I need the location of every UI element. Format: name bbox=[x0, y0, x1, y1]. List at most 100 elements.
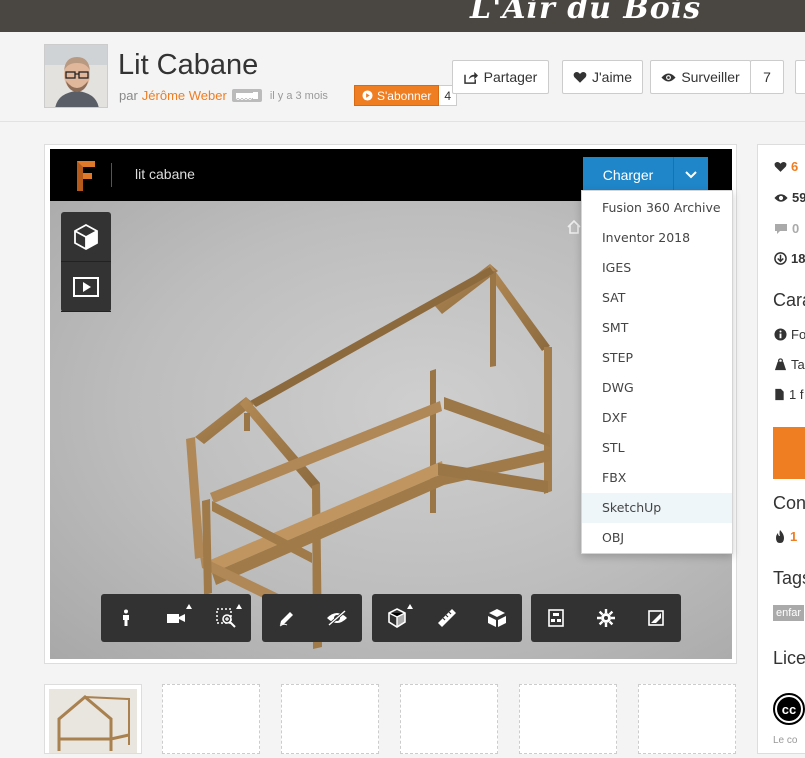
like-label: J'aime bbox=[591, 69, 633, 85]
file-icon bbox=[775, 388, 784, 401]
format-option-highlighted[interactable]: SketchUp bbox=[582, 493, 732, 523]
markup-toolbar bbox=[262, 594, 362, 642]
share-button[interactable]: Partager bbox=[452, 60, 549, 94]
walk-button[interactable] bbox=[101, 594, 151, 642]
explode-button[interactable] bbox=[472, 594, 522, 642]
format-option[interactable]: SAT bbox=[582, 283, 732, 313]
fullscreen-icon bbox=[648, 610, 664, 626]
format-option[interactable]: STL bbox=[582, 433, 732, 463]
gear-icon bbox=[597, 609, 615, 627]
watch-button[interactable]: Surveiller bbox=[650, 60, 751, 94]
weight-row-text: Ta bbox=[791, 357, 805, 372]
play-circle-icon bbox=[362, 90, 373, 101]
hide-button[interactable] bbox=[312, 594, 362, 642]
video-camera-icon bbox=[167, 614, 185, 623]
cube-icon bbox=[74, 223, 98, 250]
weight-row: Ta bbox=[774, 357, 805, 372]
view-side-toolbar bbox=[61, 212, 111, 312]
downloads-count: 18 bbox=[791, 251, 805, 266]
like-button[interactable]: J'aime bbox=[562, 60, 643, 94]
format-option[interactable]: OBJ bbox=[582, 523, 732, 553]
thumbnail-placeholder bbox=[281, 684, 379, 754]
format-option[interactable]: SMT bbox=[582, 313, 732, 343]
share-label: Partager bbox=[483, 69, 538, 85]
heart-icon bbox=[774, 161, 787, 172]
presentation-button[interactable] bbox=[61, 262, 111, 312]
download-dropdown-button[interactable]: Charger bbox=[583, 157, 708, 192]
contributors-heading: Con bbox=[773, 493, 805, 513]
hot-stat: 1 bbox=[774, 529, 797, 544]
expand-triangle-icon bbox=[236, 604, 242, 609]
thumbnail-placeholder bbox=[400, 684, 498, 754]
saw-badge-icon bbox=[231, 89, 262, 102]
thumbnail-image[interactable] bbox=[44, 684, 142, 754]
site-logo[interactable]: L'Air du Bois bbox=[470, 0, 701, 26]
explode-cube-icon bbox=[488, 609, 506, 627]
format-option[interactable]: FBX bbox=[582, 463, 732, 493]
camera-button[interactable] bbox=[151, 594, 201, 642]
watch-count: 7 bbox=[750, 60, 784, 94]
comments-stat: 0 bbox=[774, 221, 799, 236]
analysis-toolbar bbox=[372, 594, 522, 642]
format-dropdown-menu: Fusion 360 Archive Inventor 2018 IGES SA… bbox=[581, 190, 733, 554]
download-circle-icon bbox=[774, 252, 787, 265]
zoom-window-button[interactable] bbox=[201, 594, 251, 642]
more-button[interactable] bbox=[795, 60, 805, 94]
byline: par Jérôme Weber il y a 3 mois bbox=[119, 88, 328, 103]
format-option[interactable]: DXF bbox=[582, 403, 732, 433]
hot-count: 1 bbox=[790, 529, 798, 544]
info-row-text: Fo bbox=[791, 327, 805, 342]
ruler-icon bbox=[438, 609, 456, 627]
settings-toolbar bbox=[531, 594, 681, 642]
comments-count: 0 bbox=[792, 221, 800, 236]
views-count: 59 bbox=[792, 190, 805, 205]
watch-label: Surveiller bbox=[681, 69, 740, 85]
author-link[interactable]: Jérôme Weber bbox=[142, 88, 227, 103]
section-cube-icon bbox=[388, 608, 406, 628]
thumbnail-placeholder bbox=[519, 684, 617, 754]
creative-commons-icon[interactable]: cc bbox=[773, 693, 805, 730]
zoom-region-icon bbox=[216, 608, 236, 628]
subscribe-button[interactable]: S'abonner 4 bbox=[354, 85, 458, 106]
files-row: 1 f bbox=[774, 387, 803, 402]
tree-icon bbox=[548, 609, 564, 627]
thumbnail-placeholder bbox=[162, 684, 260, 754]
weight-icon bbox=[774, 358, 787, 371]
tag-chip[interactable]: enfar bbox=[773, 605, 805, 621]
orange-action-button[interactable] bbox=[773, 427, 805, 479]
author-avatar[interactable] bbox=[44, 44, 108, 108]
project-header: Lit Cabane par Jérôme Weber il y a 3 moi… bbox=[0, 32, 805, 122]
section-button[interactable] bbox=[372, 594, 422, 642]
format-option[interactable]: STEP bbox=[582, 343, 732, 373]
home-icon[interactable] bbox=[566, 219, 582, 234]
likes-count: 6 bbox=[791, 159, 799, 174]
fire-icon bbox=[776, 529, 784, 543]
format-option[interactable]: Inventor 2018 bbox=[582, 223, 732, 253]
eye-icon bbox=[774, 193, 788, 202]
share-icon bbox=[463, 71, 478, 84]
files-row-text: 1 f bbox=[789, 387, 804, 402]
project-sidebar: 6 59 0 18 Cara Fo Ta 1 f Con 1 Tags enfa… bbox=[757, 144, 805, 754]
page-title: Lit Cabane bbox=[118, 49, 259, 81]
chevron-down-icon[interactable] bbox=[673, 157, 708, 192]
viewcube-button[interactable] bbox=[61, 212, 111, 262]
model-browser-button[interactable] bbox=[531, 594, 581, 642]
format-option[interactable]: DWG bbox=[582, 373, 732, 403]
comment-icon bbox=[775, 223, 787, 234]
info-icon bbox=[774, 328, 787, 341]
top-bar: L'Air du Bois bbox=[0, 0, 805, 32]
markup-button[interactable] bbox=[262, 594, 312, 642]
format-option[interactable]: IGES bbox=[582, 253, 732, 283]
post-date: il y a 3 mois bbox=[269, 89, 328, 102]
by-prefix: par bbox=[119, 88, 138, 103]
measure-button[interactable] bbox=[422, 594, 472, 642]
settings-button[interactable] bbox=[581, 594, 631, 642]
thumbnail-placeholder bbox=[638, 684, 736, 754]
eye-icon bbox=[661, 73, 676, 81]
divider bbox=[111, 163, 112, 187]
expand-triangle-icon bbox=[186, 604, 192, 609]
subscribe-label-wrap[interactable]: S'abonner bbox=[354, 85, 440, 106]
format-option[interactable]: Fusion 360 Archive bbox=[582, 193, 732, 223]
subscribe-label: S'abonner bbox=[377, 88, 432, 103]
fullscreen-button[interactable] bbox=[631, 594, 681, 642]
